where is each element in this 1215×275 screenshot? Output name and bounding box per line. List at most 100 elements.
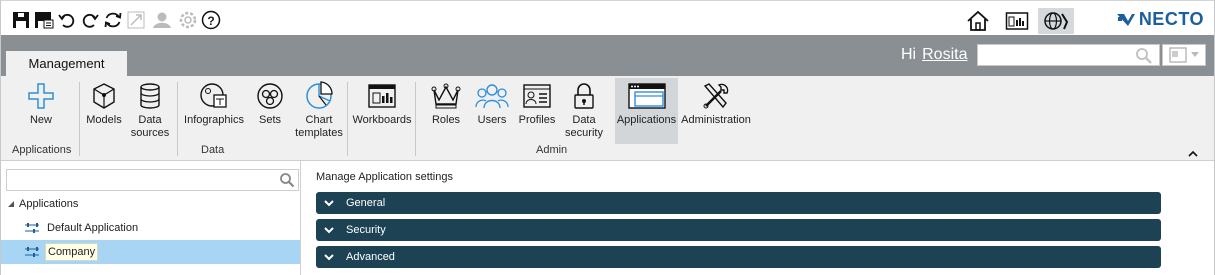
ribbon-divider bbox=[177, 82, 178, 156]
cube-icon bbox=[91, 78, 117, 114]
group-label-admin: Admin bbox=[536, 144, 568, 156]
window-icon bbox=[627, 78, 667, 114]
sets-icon bbox=[256, 78, 284, 114]
ribbon-profiles-button[interactable]: Profiles bbox=[516, 78, 558, 144]
header-bar: Management Hi Rosita bbox=[1, 35, 1214, 76]
ribbon-administration-label: Administration bbox=[681, 114, 751, 126]
ribbon-models-label: Models bbox=[86, 114, 122, 126]
accordion-security[interactable]: Security bbox=[316, 219, 1161, 241]
greeting-text: Hi bbox=[901, 46, 917, 63]
chevron-down-icon bbox=[324, 254, 334, 261]
ribbon-workboards-button[interactable]: Workboards bbox=[351, 78, 413, 144]
ribbon-divider bbox=[347, 82, 348, 156]
global-search-input[interactable] bbox=[977, 44, 1160, 66]
crown-icon bbox=[431, 78, 461, 114]
ribbon-profiles-label: Profiles bbox=[518, 114, 556, 126]
ribbon-chart-templates-label: Chart templates bbox=[295, 114, 343, 140]
chevron-down-icon bbox=[324, 200, 334, 207]
settings-icon[interactable] bbox=[178, 10, 198, 30]
ribbon-infographics-label: Infographics bbox=[184, 114, 244, 126]
tab-management[interactable]: Management bbox=[6, 51, 127, 76]
accordion-label: Advanced bbox=[346, 251, 395, 263]
application-icon bbox=[25, 223, 39, 233]
top-toolbar: ? NECTO bbox=[1, 0, 1214, 35]
ribbon-data-security-button[interactable]: Data security bbox=[561, 78, 607, 144]
application-icon bbox=[25, 247, 39, 257]
data-sources-label-line1: Data bbox=[138, 114, 162, 126]
save-as-icon[interactable] bbox=[34, 10, 54, 30]
ribbon-new-button[interactable]: New bbox=[19, 78, 63, 144]
ribbon-applications-label: Applications bbox=[616, 114, 677, 126]
ribbon-chart-templates-button[interactable]: Chart templates bbox=[293, 78, 345, 144]
data-sources-label-line2: sources bbox=[130, 127, 170, 139]
users-icon bbox=[475, 78, 509, 114]
chevron-down-icon bbox=[1191, 52, 1199, 57]
tree-search-input[interactable] bbox=[6, 169, 299, 191]
accordion-label: General bbox=[346, 197, 386, 209]
undo-icon[interactable] bbox=[57, 10, 77, 30]
pie-chart-icon bbox=[304, 78, 334, 114]
display-dropdown[interactable] bbox=[1162, 44, 1206, 66]
lock-icon bbox=[572, 78, 596, 114]
refresh-icon[interactable] bbox=[103, 10, 123, 30]
chart-templates-label-line2: templates bbox=[295, 127, 343, 139]
tree-root-applications[interactable]: Applications bbox=[7, 198, 78, 210]
ribbon-infographics-button[interactable]: Infographics bbox=[183, 78, 245, 144]
ribbon-data-security-label: Data security bbox=[565, 114, 603, 140]
globe-admin-icon[interactable] bbox=[1038, 8, 1074, 34]
logo-text: NECTO bbox=[1138, 9, 1204, 29]
help-label: ? bbox=[207, 13, 215, 28]
page-title: Manage Application settings bbox=[316, 171, 453, 183]
ribbon-sets-label: Sets bbox=[258, 114, 281, 126]
plus-icon bbox=[27, 78, 55, 114]
ribbon-administration-button[interactable]: Administration bbox=[681, 78, 751, 144]
ribbon-models-button[interactable]: Models bbox=[85, 78, 123, 144]
ribbon-roles-button[interactable]: Roles bbox=[427, 78, 465, 144]
applications-tree-panel: Applications Default Application Company bbox=[1, 161, 301, 275]
ribbon-divider bbox=[79, 82, 80, 156]
tree-item-default-application[interactable]: Default Application bbox=[1, 216, 300, 240]
tree-root-label: Applications bbox=[19, 198, 79, 210]
collapse-ribbon-icon[interactable] bbox=[1188, 146, 1198, 160]
tree-item-company[interactable]: Company bbox=[1, 240, 300, 264]
database-icon bbox=[138, 78, 162, 114]
accordion-advanced[interactable]: Advanced bbox=[316, 246, 1161, 268]
tree-item-label: Default Application bbox=[47, 222, 139, 234]
ribbon-users-label: Users bbox=[477, 114, 507, 126]
chevron-down-icon bbox=[324, 227, 334, 234]
expand-triangle-icon[interactable] bbox=[7, 200, 15, 208]
workboard-icon bbox=[367, 78, 397, 114]
toolbar-right-group bbox=[960, 8, 1074, 34]
ribbon: New Applications Models Data sources Inf… bbox=[1, 76, 1214, 161]
accordion-general[interactable]: General bbox=[316, 192, 1161, 214]
group-label-data: Data bbox=[201, 144, 225, 156]
ribbon-roles-label: Roles bbox=[431, 114, 461, 126]
redo-icon[interactable] bbox=[80, 10, 100, 30]
ribbon-sets-button[interactable]: Sets bbox=[253, 78, 287, 144]
user-greeting: Hi Rosita bbox=[901, 46, 967, 64]
data-security-label-line2: security bbox=[565, 127, 603, 139]
ribbon-applications-button[interactable]: Applications bbox=[615, 78, 678, 144]
search-icon[interactable] bbox=[279, 172, 295, 191]
fullscreen-icon[interactable] bbox=[126, 10, 146, 30]
ribbon-divider bbox=[415, 82, 416, 156]
tree-item-label: Company bbox=[45, 243, 99, 261]
tools-icon bbox=[701, 78, 731, 114]
ribbon-data-sources-label: Data sources bbox=[131, 114, 170, 140]
help-icon[interactable]: ? bbox=[201, 10, 221, 30]
user-link[interactable]: Rosita bbox=[922, 46, 967, 63]
app-window: ? NECTO Management Hi Rosita New Applica… bbox=[0, 0, 1215, 275]
dashboard-icon[interactable] bbox=[999, 8, 1035, 34]
ribbon-users-button[interactable]: Users bbox=[473, 78, 511, 144]
search-icon[interactable] bbox=[1135, 47, 1153, 68]
display-icon bbox=[1169, 47, 1187, 63]
profile-icon bbox=[522, 78, 552, 114]
group-label-applications: Applications bbox=[12, 144, 72, 156]
save-icon[interactable] bbox=[11, 10, 31, 30]
ribbon-data-sources-button[interactable]: Data sources bbox=[127, 78, 173, 144]
necto-logo: NECTO bbox=[1116, 9, 1204, 30]
infographics-icon bbox=[199, 78, 229, 114]
share-icon[interactable] bbox=[149, 10, 175, 30]
home-icon[interactable] bbox=[960, 8, 996, 34]
accordion-label: Security bbox=[346, 224, 386, 236]
